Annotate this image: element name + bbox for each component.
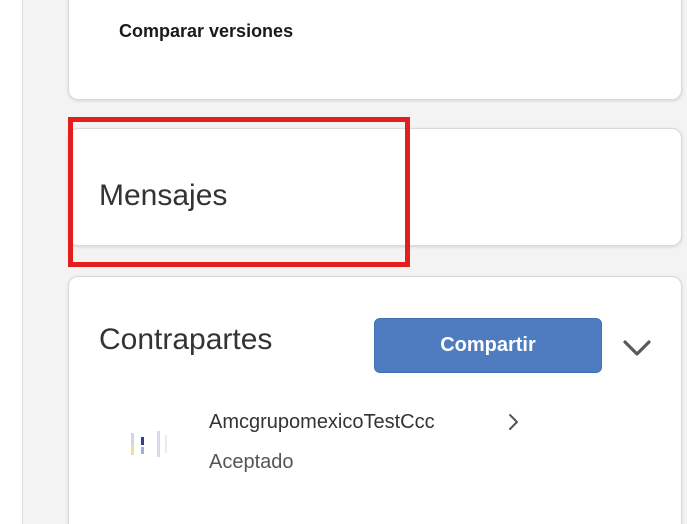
counterpart-list-item[interactable]: AmcgrupomexicoTestCcc Aceptado bbox=[109, 405, 629, 480]
page: Comparar versiones Mensajes Contrapartes… bbox=[0, 0, 687, 524]
messages-title: Mensajes bbox=[99, 179, 228, 212]
counterpart-status: Aceptado bbox=[209, 451, 294, 473]
left-rail bbox=[0, 0, 23, 524]
chevron-right-icon[interactable] bbox=[506, 411, 522, 433]
chevron-down-icon[interactable] bbox=[619, 329, 655, 365]
messages-card[interactable]: Mensajes bbox=[68, 128, 682, 246]
counterparts-card: Contrapartes Compartir AmcgrupomexicoTes… bbox=[68, 276, 682, 524]
counterparts-title: Contrapartes bbox=[99, 323, 273, 356]
compare-versions-card: Comparar versiones bbox=[68, 0, 682, 100]
company-logo-icon bbox=[119, 423, 179, 467]
compare-versions-link[interactable]: Comparar versiones bbox=[119, 21, 293, 42]
share-button[interactable]: Compartir bbox=[374, 318, 602, 373]
counterpart-name: AmcgrupomexicoTestCcc bbox=[209, 411, 435, 433]
